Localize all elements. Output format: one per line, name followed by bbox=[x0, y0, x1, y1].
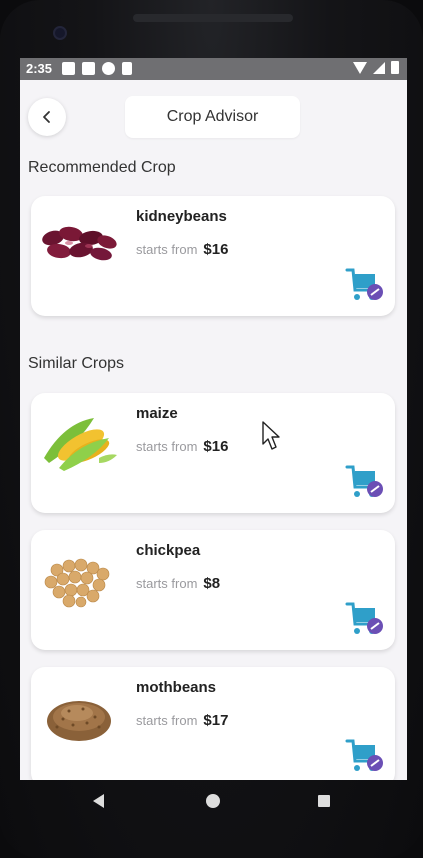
price-row: starts from $17 bbox=[136, 712, 228, 729]
signal-icon bbox=[373, 61, 385, 74]
crop-card-chickpea[interactable]: chickpea starts from $8 bbox=[31, 530, 395, 650]
crop-price: $16 bbox=[203, 241, 229, 258]
price-row: starts from $16 bbox=[136, 241, 228, 258]
crop-name: maize bbox=[136, 405, 178, 422]
starts-from-label: starts from bbox=[136, 713, 198, 728]
notification-icon bbox=[102, 62, 115, 75]
starts-from-label: starts from bbox=[136, 242, 198, 257]
app-screen: 2:35 Crop Advisor Recommended Crop kidne… bbox=[20, 58, 407, 780]
similar-section-title: Similar Crops bbox=[28, 355, 125, 372]
page-title: Crop Advisor bbox=[125, 96, 300, 138]
crop-name: kidneybeans bbox=[136, 208, 227, 225]
status-bar: 2:35 bbox=[20, 58, 407, 80]
mothbeans-image bbox=[47, 701, 111, 741]
crop-name: chickpea bbox=[136, 542, 201, 559]
notification-icon bbox=[62, 62, 75, 75]
mouse-cursor-icon bbox=[262, 421, 280, 450]
android-nav-bar bbox=[20, 780, 407, 822]
kidney-beans-image bbox=[42, 226, 117, 261]
crop-price: $16 bbox=[203, 438, 229, 455]
starts-from-label: starts from bbox=[136, 439, 198, 454]
crop-name: mothbeans bbox=[136, 679, 217, 696]
notification-icon bbox=[82, 62, 95, 75]
nav-recents-icon[interactable] bbox=[318, 795, 330, 807]
wifi-icon bbox=[353, 61, 367, 74]
maize-image bbox=[44, 418, 117, 471]
status-time: 2:35 bbox=[26, 61, 53, 76]
crop-price: $8 bbox=[203, 575, 221, 592]
price-row: starts from $16 bbox=[136, 438, 228, 455]
speaker-grille bbox=[133, 14, 293, 22]
nav-back-icon[interactable] bbox=[93, 794, 104, 808]
recommended-section-title: Recommended Crop bbox=[28, 159, 176, 176]
price-row: starts from $8 bbox=[136, 575, 220, 592]
starts-from-label: starts from bbox=[136, 576, 198, 591]
add-to-cart-icon[interactable] bbox=[345, 266, 385, 304]
sd-card-icon bbox=[122, 62, 132, 75]
crop-card-mothbeans[interactable]: mothbeans starts from $17 bbox=[31, 667, 395, 780]
add-to-cart-icon[interactable] bbox=[345, 463, 385, 501]
add-to-cart-icon[interactable] bbox=[345, 737, 385, 775]
back-button[interactable] bbox=[28, 98, 66, 136]
add-to-cart-icon[interactable] bbox=[345, 600, 385, 638]
front-camera bbox=[53, 26, 67, 40]
chickpea-image bbox=[44, 558, 110, 608]
crop-card-kidneybeans[interactable]: kidneybeans starts from $16 bbox=[31, 196, 395, 316]
phone-frame: 2:35 Crop Advisor Recommended Crop kidne… bbox=[0, 0, 423, 858]
crop-price: $17 bbox=[203, 712, 229, 729]
nav-home-icon[interactable] bbox=[206, 794, 220, 808]
crop-card-maize[interactable]: maize starts from $16 bbox=[31, 393, 395, 513]
chevron-left-icon bbox=[43, 111, 50, 123]
battery-icon bbox=[391, 61, 399, 74]
